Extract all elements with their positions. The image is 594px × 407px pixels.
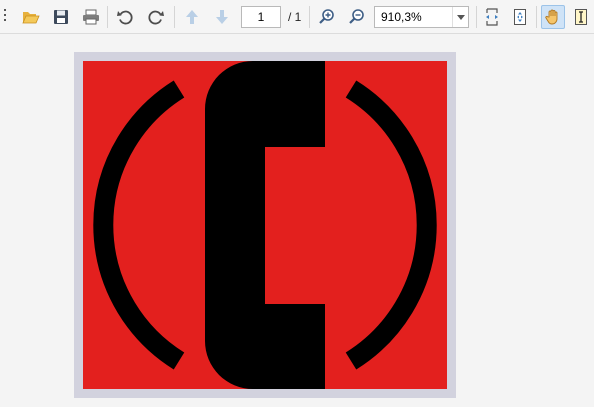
arrow-down-icon (216, 10, 228, 24)
zoom-value: 910,3% (381, 10, 422, 24)
rotate-right-button[interactable] (144, 5, 168, 29)
zoom-in-icon (319, 9, 334, 24)
save-icon (54, 10, 68, 24)
text-select-icon (575, 9, 587, 25)
chevron-down-icon[interactable] (452, 7, 468, 27)
previous-page-button[interactable] (180, 5, 204, 29)
document-page (74, 52, 456, 398)
zoom-select[interactable]: 910,3% (374, 6, 469, 28)
text-select-button[interactable] (569, 5, 593, 29)
next-page-button[interactable] (210, 5, 234, 29)
fit-page-button[interactable] (508, 5, 532, 29)
telephone-handset-icon (83, 61, 447, 389)
open-button[interactable] (19, 5, 43, 29)
hand-icon (545, 9, 558, 25)
rotate-cw-icon (148, 10, 164, 25)
save-button[interactable] (49, 5, 73, 29)
pan-tool-button[interactable] (541, 5, 565, 29)
folder-open-icon (22, 12, 40, 24)
zoom-out-button[interactable] (345, 5, 369, 29)
zoom-in-button[interactable] (315, 5, 339, 29)
toolbar: / 1 910,3% (0, 0, 594, 34)
toolbar-separator (476, 6, 477, 28)
zoom-out-icon (349, 9, 364, 24)
page-total-label: / 1 (288, 10, 302, 24)
toolbar-separator (536, 6, 537, 28)
page-number-input[interactable] (241, 6, 281, 28)
print-button[interactable] (79, 5, 103, 29)
toolbar-separator (107, 6, 108, 28)
fit-width-icon (486, 8, 498, 26)
fit-width-button[interactable] (480, 5, 504, 29)
toolbar-separator (174, 6, 175, 28)
fit-page-icon (514, 9, 526, 25)
printer-icon (83, 9, 99, 25)
rotate-left-button[interactable] (113, 5, 137, 29)
arrow-up-icon (186, 10, 198, 24)
rotate-ccw-icon (117, 10, 133, 25)
toolbar-grip[interactable] (4, 9, 7, 25)
toolbar-separator (309, 6, 310, 28)
